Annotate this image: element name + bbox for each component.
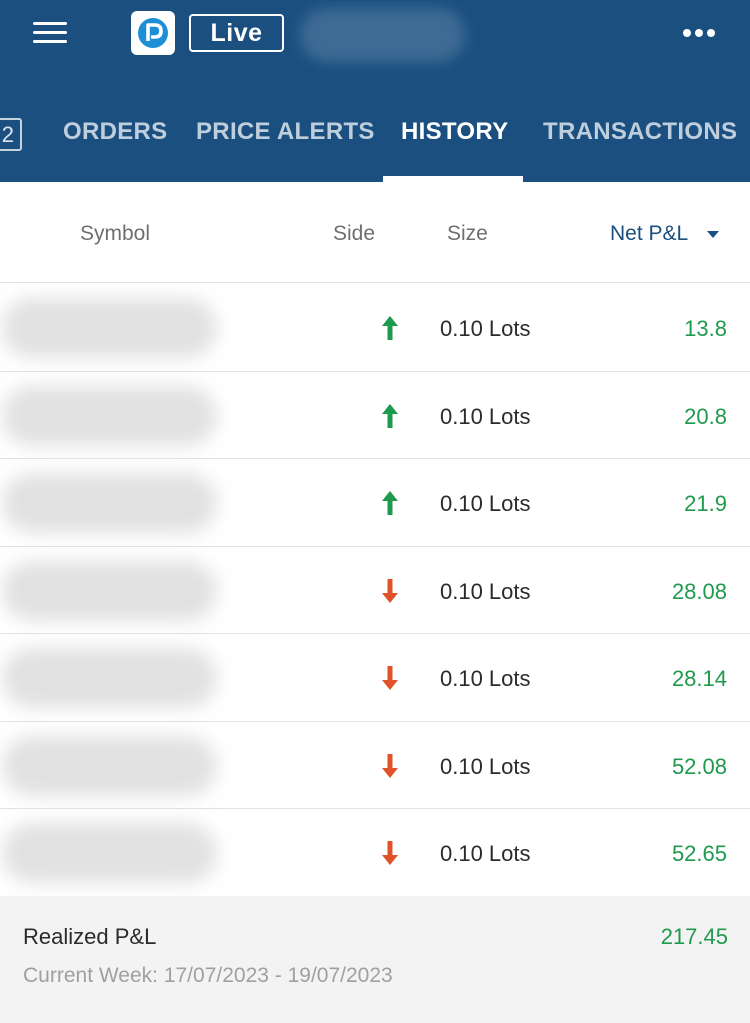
net-pnl-value: 52.65 <box>671 841 727 866</box>
arrow-down-icon <box>380 577 400 605</box>
arrow-up-icon <box>380 314 400 342</box>
table-row[interactable]: 0.10 Lots 20.8 <box>0 372 750 459</box>
net-pnl-value: 20.8 <box>684 403 727 429</box>
table-header: Symbol Side Size Net P&L <box>0 182 750 283</box>
more-options-icon[interactable] <box>680 27 720 41</box>
table-row[interactable]: 0.10 Lots 13.8 <box>0 284 750 372</box>
column-side[interactable]: Side <box>333 222 375 246</box>
week-range: Current Week: 17/07/2023 - 19/07/2023 <box>23 964 393 987</box>
trade-size: 0.10 Lots <box>440 578 531 604</box>
symbol-redacted <box>2 298 217 358</box>
tab-orders[interactable]: ORDERS <box>63 118 167 154</box>
arrow-down-icon <box>380 664 400 692</box>
app-screen: Live 2 ORDERS PRICE ALERTS HISTORY TRANS… <box>0 0 750 1023</box>
table-row[interactable]: 0.10 Lots 52.65 <box>0 809 750 897</box>
brand-logo <box>131 11 175 55</box>
live-label: Live <box>210 18 263 47</box>
trade-size: 0.10 Lots <box>440 491 531 516</box>
trade-size: 0.10 Lots <box>440 403 531 429</box>
tab-history[interactable]: HISTORY <box>401 118 508 154</box>
arrow-up-icon <box>380 402 400 430</box>
app-header: Live 2 ORDERS PRICE ALERTS HISTORY TRANS… <box>0 0 750 182</box>
table-row[interactable]: 0.10 Lots 21.9 <box>0 459 750 547</box>
trade-size: 0.10 Lots <box>440 753 531 779</box>
arrow-up-icon <box>380 489 400 517</box>
net-pnl-value: 21.9 <box>684 491 727 516</box>
column-size[interactable]: Size <box>447 222 488 246</box>
trade-size: 0.10 Lots <box>440 666 531 691</box>
symbol-redacted <box>2 560 217 621</box>
sort-down-icon[interactable] <box>707 231 719 238</box>
net-pnl-value: 28.14 <box>671 666 727 691</box>
symbol-redacted <box>2 735 217 796</box>
table-row[interactable]: 0.10 Lots 28.14 <box>0 634 750 722</box>
trade-size: 0.10 Lots <box>440 316 531 341</box>
symbol-redacted <box>2 648 217 708</box>
symbol-redacted <box>2 823 217 883</box>
column-net-pnl[interactable]: Net P&L <box>610 222 688 246</box>
history-list: 0.10 Lots 13.8 0.10 Lots 20.8 0.10 Lots 21.9 0… <box>0 284 750 897</box>
tab-transactions[interactable]: TRANSACTIONS <box>543 118 737 154</box>
arrow-down-icon <box>380 752 400 780</box>
menu-icon[interactable] <box>33 20 69 46</box>
realized-pnl-value: 217.45 <box>660 924 728 949</box>
trade-size: 0.10 Lots <box>440 841 531 866</box>
account-name-redacted <box>300 8 465 62</box>
symbol-redacted <box>2 385 217 446</box>
arrow-down-icon <box>380 839 400 867</box>
realized-pnl-summary: Realized P&L 217.45 Current Week: 17/07/… <box>0 896 750 1023</box>
realized-pnl-label: Realized P&L <box>23 924 157 949</box>
column-symbol[interactable]: Symbol <box>80 222 150 246</box>
positions-count-badge[interactable]: 2 <box>0 118 22 151</box>
net-pnl-value: 52.08 <box>671 753 727 779</box>
table-row[interactable]: 0.10 Lots 52.08 <box>0 722 750 809</box>
live-account-badge[interactable]: Live <box>189 14 284 52</box>
tab-price-alerts[interactable]: PRICE ALERTS <box>196 118 375 154</box>
net-pnl-value: 28.08 <box>671 578 727 604</box>
net-pnl-value: 13.8 <box>684 316 727 341</box>
table-row[interactable]: 0.10 Lots 28.08 <box>0 547 750 634</box>
symbol-redacted <box>2 473 217 533</box>
